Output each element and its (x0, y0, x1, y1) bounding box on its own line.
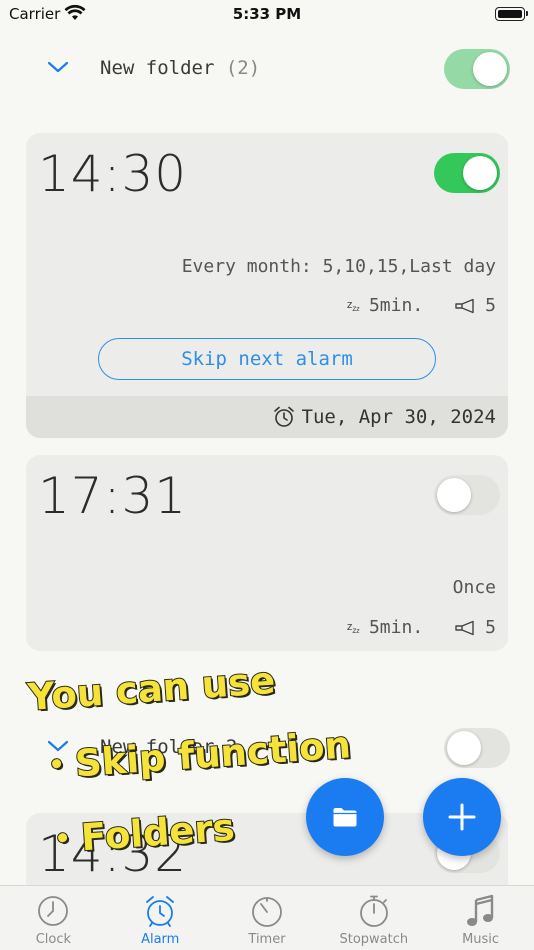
tab-label: Stopwatch (339, 932, 409, 947)
volume-value: 5 (485, 617, 496, 638)
snooze-value: 5min. (368, 295, 424, 316)
next-alarm-bar: Tue, Apr 30, 2024 (26, 396, 508, 438)
alarm-time: 14:30 (38, 145, 188, 203)
tab-label: Music (462, 932, 500, 947)
alarm-toggle[interactable] (434, 153, 500, 193)
timer-icon (252, 897, 282, 927)
promo-line: You can use (26, 658, 278, 720)
alarm-clock-icon (273, 406, 294, 427)
folder-icon (333, 808, 357, 827)
snooze-icon: zzz (346, 297, 360, 314)
battery-icon (495, 7, 528, 21)
chevron-down-icon[interactable] (46, 59, 70, 75)
alarm-time: 17:31 (38, 467, 188, 525)
alarm-settings-line: zzz 5min. 5 (346, 617, 496, 638)
tab-timer[interactable]: Timer (214, 886, 321, 950)
alarm-clock-icon (146, 896, 175, 927)
tab-label: Timer (248, 932, 286, 947)
tab-music[interactable]: Music (427, 886, 534, 950)
tab-clock[interactable]: Clock (0, 886, 107, 950)
alarm-card[interactable]: 17:31 Once zzz 5min. 5 (26, 455, 508, 651)
alarm-settings-line: zzz 5min. 5 (346, 295, 496, 316)
repeat-text: Every month: 5,10,15,Last day (181, 256, 496, 277)
plus-icon (448, 803, 476, 831)
folder-toggle[interactable] (444, 49, 510, 89)
next-alarm-date: Tue, Apr 30, 2024 (272, 405, 496, 429)
add-alarm-button[interactable] (423, 778, 501, 856)
repeat-text: Once (452, 577, 496, 598)
snooze-value: 5min. (368, 617, 424, 638)
folder-count: (2) (225, 57, 261, 79)
snooze-icon: zzz (346, 619, 360, 636)
speaker-icon (455, 298, 474, 313)
volume-value: 5 (485, 295, 496, 316)
status-time: 5:33 PM (232, 5, 302, 23)
folder-toggle[interactable] (444, 728, 510, 768)
speaker-icon (455, 620, 474, 635)
add-folder-button[interactable] (306, 778, 384, 856)
status-bar: Carrier 5:33 PM (0, 0, 534, 30)
music-note-icon (466, 894, 493, 926)
folder-name: New folder (2) (100, 57, 261, 79)
alarm-card[interactable]: 14:30 Every month: 5,10,15,Last day zzz … (26, 133, 508, 438)
tab-label: Clock (35, 932, 72, 947)
tab-bar: Clock Alarm Timer Stopwatch Music (0, 885, 534, 950)
skip-next-alarm-button[interactable]: Skip next alarm (98, 338, 436, 380)
alarm-toggle[interactable] (434, 475, 500, 515)
tab-stopwatch[interactable]: Stopwatch (320, 886, 427, 950)
tab-label: Alarm (141, 932, 180, 947)
folder-header[interactable]: New folder (2) (0, 45, 534, 95)
tab-alarm[interactable]: Alarm (107, 886, 214, 950)
stopwatch-icon (359, 895, 388, 927)
clock-icon (38, 896, 69, 926)
